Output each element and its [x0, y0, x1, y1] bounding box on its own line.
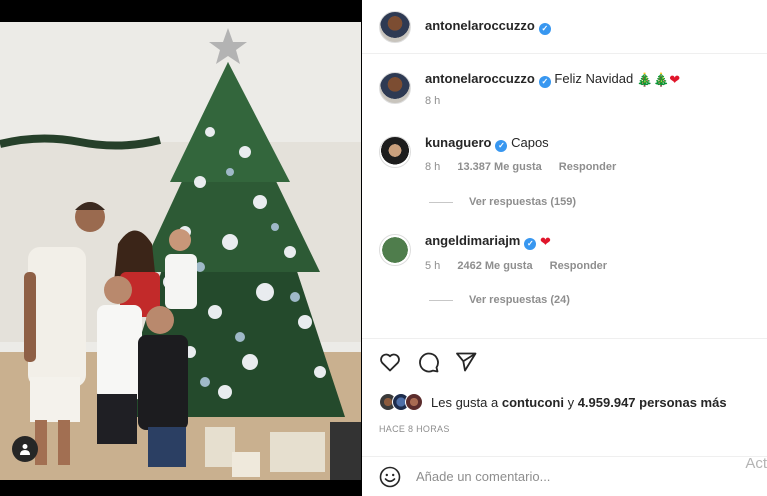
reply-button[interactable]: Responder: [550, 260, 607, 272]
comment-avatar[interactable]: [379, 136, 411, 168]
comment-text: Feliz Navidad: [554, 71, 634, 86]
post-header: antonelaroccuzzo ✓: [362, 0, 767, 54]
liker-avatars: [379, 393, 423, 411]
red-heart-emoji: ❤: [669, 72, 681, 87]
verified-badge-icon: ✓: [538, 23, 551, 35]
activate-watermark: Act: [745, 455, 767, 472]
heart-icon[interactable]: [378, 350, 402, 374]
replies-line: [429, 299, 453, 301]
comment-time: 8 h: [425, 161, 441, 173]
author-avatar[interactable]: [379, 10, 411, 43]
view-replies-button[interactable]: Ver respuestas (159): [429, 196, 576, 208]
comment-username[interactable]: kunaguero: [425, 135, 491, 150]
post-photo[interactable]: [0, 22, 361, 480]
comment-username[interactable]: angeldimariajm: [425, 233, 520, 248]
section-divider: [362, 338, 767, 339]
comment-item: angeldimariajm ✓ ❤ 5 h 2462 Me gusta Resp…: [379, 232, 757, 272]
view-replies-label: Ver respuestas (24): [469, 294, 570, 306]
smiley-icon[interactable]: [378, 465, 402, 489]
add-comment-bar: [362, 456, 767, 496]
christmas-tree-emoji: 🎄: [636, 72, 653, 87]
likes-user[interactable]: contuconi: [502, 395, 564, 410]
red-heart-emoji: ❤: [540, 234, 551, 249]
user-tag-icon: [20, 444, 30, 455]
likes-summary[interactable]: Les gusta a contuconi y 4.959.947 person…: [379, 393, 727, 411]
verified-badge-icon: ✓: [538, 76, 551, 88]
family-christmas-photo: [0, 22, 361, 480]
comment-time: 8 h: [425, 95, 441, 107]
comment-icon[interactable]: [416, 350, 440, 374]
replies-line: [429, 201, 453, 203]
reply-button[interactable]: Responder: [559, 161, 616, 173]
comment-item: kunaguero ✓ Capos 8 h 13.387 Me gusta Res…: [379, 134, 757, 173]
comment-username[interactable]: antonelaroccuzzo: [425, 71, 535, 86]
christmas-tree-emoji: 🎄: [653, 72, 670, 87]
likes-connector: y: [567, 394, 575, 410]
verified-badge-icon: ✓: [495, 140, 508, 152]
tag-people-button[interactable]: [12, 436, 38, 462]
comment-likes[interactable]: 2462 Me gusta: [457, 260, 532, 272]
comments-list[interactable]: antonelaroccuzzo ✓ Feliz Navidad 🎄🎄❤ 8 h …: [362, 62, 767, 338]
post-details-panel: antonelaroccuzzo ✓ antonelaroccuzzo ✓ Feli…: [362, 0, 767, 496]
likes-count[interactable]: 4.959.947 personas más: [578, 395, 727, 410]
liker-avatar: [405, 393, 423, 411]
comment-likes[interactable]: 13.387 Me gusta: [457, 161, 541, 173]
author-username[interactable]: antonelaroccuzzo ✓: [425, 18, 551, 35]
comment-avatar[interactable]: [379, 234, 411, 266]
comment-time: 5 h: [425, 260, 441, 272]
add-comment-input[interactable]: [416, 469, 716, 484]
post-actions: [378, 350, 478, 374]
view-replies-button[interactable]: Ver respuestas (24): [429, 294, 570, 306]
comment-item: antonelaroccuzzo ✓ Feliz Navidad 🎄🎄❤ 8 h: [379, 70, 757, 107]
verified-badge-icon: ✓: [524, 238, 537, 250]
comment-avatar[interactable]: [379, 72, 411, 104]
likes-prefix: Les gusta a: [431, 394, 499, 410]
send-icon[interactable]: [454, 350, 478, 374]
post-timestamp: HACE 8 HORAS: [379, 424, 450, 434]
view-replies-label: Ver respuestas (159): [469, 196, 577, 208]
comment-text: Capos: [511, 135, 549, 150]
